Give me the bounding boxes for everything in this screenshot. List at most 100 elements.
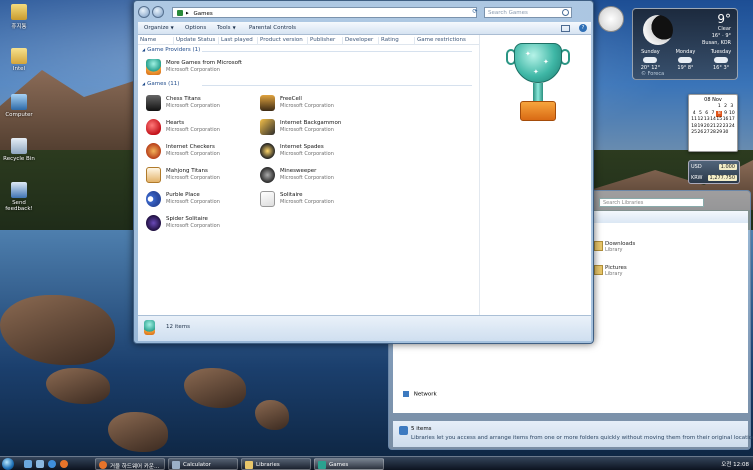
library-item-pictures[interactable]: Pictures Library	[594, 265, 627, 277]
trophy-base	[520, 101, 556, 121]
start-button[interactable]	[2, 458, 14, 470]
forecast-low: 3°	[723, 65, 730, 71]
group-header-game-providers[interactable]: ◢ Game Providers (1)	[142, 47, 472, 53]
trophy-icon	[146, 59, 161, 75]
show-desktop-icon[interactable]	[24, 460, 32, 468]
chevron-down-icon: ▼	[170, 25, 174, 30]
game-name: Spider Solitaire	[166, 216, 208, 222]
game-publisher: Microsoft Corporation	[280, 175, 334, 181]
address-bar[interactable]: ▸ Games	[172, 7, 477, 18]
backgammon-icon	[260, 119, 275, 135]
game-item-internet-backgammon[interactable]: Internet Backgammon Microsoft Corporatio…	[260, 117, 370, 137]
column-header-name[interactable]: Name	[138, 37, 156, 45]
parental-controls-button[interactable]: Parental Controls	[249, 25, 296, 31]
currency-value[interactable]: 1.000	[718, 163, 737, 170]
game-item-freecell[interactable]: FreeCell Microsoft Corporation	[260, 93, 370, 113]
currency-value[interactable]: 1,277.750	[707, 174, 737, 181]
currency-code: USD	[691, 163, 702, 170]
column-header-game-restrictions[interactable]: Game restrictions	[414, 37, 466, 45]
currency-code: KRW	[691, 174, 703, 181]
network-icon	[403, 391, 409, 397]
address-location[interactable]: Games	[194, 11, 213, 17]
group-header-games[interactable]: ◢ Games (11)	[142, 81, 472, 87]
forecast-low: 8°	[687, 65, 694, 71]
tools-menu[interactable]: Tools ▼	[217, 25, 236, 31]
game-item-more-games[interactable]: More Games from Microsoft Microsoft Corp…	[146, 57, 256, 77]
taskbar-button-games[interactable]: Games	[314, 458, 384, 470]
options-button[interactable]: Options	[185, 25, 206, 31]
trophy-stem	[533, 83, 543, 103]
game-item-hearts[interactable]: Hearts Microsoft Corporation	[146, 117, 256, 137]
taskbar-clock[interactable]: 오전 12:08	[721, 460, 749, 468]
calendar-day[interactable]: 24	[729, 124, 735, 131]
back-button[interactable]	[138, 6, 150, 18]
column-header-publisher[interactable]: Publisher	[307, 37, 335, 45]
calendar-day[interactable]: 30	[722, 130, 729, 137]
forward-button[interactable]	[152, 6, 164, 18]
game-item-internet-spades[interactable]: Internet Spades Microsoft Corporation	[260, 141, 370, 161]
game-item-minesweeper[interactable]: Minesweeper Microsoft Corporation	[260, 165, 370, 185]
weather-condition: Clear	[717, 26, 731, 32]
column-header-product-version[interactable]: Product version	[257, 37, 303, 45]
feedback-icon	[11, 182, 27, 198]
weather-gadget[interactable]: 9° Clear 16° · 9° Busan, KOR Sunday 20° …	[632, 8, 738, 80]
library-item-downloads[interactable]: Downloads Library	[594, 241, 635, 253]
libraries-icon	[399, 426, 408, 435]
game-name: Chess Titans	[166, 96, 201, 102]
recycle-bin-icon	[11, 138, 27, 154]
checkers-icon	[146, 143, 161, 159]
calendar-gadget[interactable]: 08 Nov 1 2 3 4 5 6 7 8 9 10 11 12 13 14 15 16 17 18 19 20 21…	[688, 94, 738, 152]
firefox-quick-icon[interactable]	[60, 460, 68, 468]
column-header-developer[interactable]: Developer	[342, 37, 373, 45]
taskbar-button-firefox[interactable]: 거울 하드웨어 카운...	[95, 458, 165, 470]
game-publisher: Microsoft Corporation	[280, 127, 334, 133]
libraries-icon	[245, 461, 253, 469]
game-name: Purble Place	[166, 192, 200, 198]
playing-cards-icon	[260, 191, 275, 207]
libraries-search-input[interactable]: Search Libraries	[599, 198, 704, 207]
tools-label: Tools	[217, 25, 231, 31]
desktop-icon-recycle-folder[interactable]: 휴지통	[2, 4, 36, 30]
collapse-arrow-icon: ◢	[142, 81, 146, 86]
game-publisher: Microsoft Corporation	[280, 103, 334, 109]
game-publisher: Microsoft Corporation	[280, 151, 334, 157]
column-header-rating[interactable]: Rating	[378, 37, 399, 45]
desktop-icon-label: Send feedback!	[5, 200, 33, 212]
game-item-mahjong-titans[interactable]: Mahjong Titans Microsoft Corporation	[146, 165, 256, 185]
organize-menu[interactable]: Organize ▼	[144, 25, 174, 31]
switch-windows-icon[interactable]	[36, 460, 44, 468]
game-item-solitaire[interactable]: Solitaire Microsoft Corporation	[260, 189, 370, 209]
column-header-update-status[interactable]: Update Status	[173, 37, 215, 45]
ie-icon[interactable]	[48, 460, 56, 468]
weather-location: Clear 16° · 9° Busan, KOR	[702, 26, 731, 47]
games-window[interactable]: ▸ Games ⟳ Search Games Organize ▼ Options…	[133, 0, 594, 344]
game-item-chess-titans[interactable]: Chess Titans Microsoft Corporation	[146, 93, 256, 113]
game-item-internet-checkers[interactable]: Internet Checkers Microsoft Corporation	[146, 141, 256, 161]
spider-icon	[146, 215, 161, 231]
organize-label: Organize	[144, 25, 169, 31]
game-item-spider-solitaire[interactable]: Spider Solitaire Microsoft Corporation	[146, 213, 256, 233]
help-icon[interactable]: ?	[579, 24, 587, 32]
desktop-icon-feedback[interactable]: Send feedback!	[2, 182, 36, 212]
clock-gadget[interactable]	[598, 6, 624, 56]
desktop-icon-computer[interactable]: Computer	[2, 94, 36, 118]
address-separator: ▸	[186, 10, 189, 17]
currency-gadget[interactable]: USD 1.000 KRW 1,277.750	[688, 160, 740, 184]
taskbar-button-libraries[interactable]: Libraries	[241, 458, 311, 470]
view-options-icon[interactable]	[561, 25, 570, 32]
game-item-purble-place[interactable]: Purble Place Microsoft Corporation	[146, 189, 256, 209]
desktop-icon-intel[interactable]: Intel	[2, 48, 36, 72]
cloud-icon	[714, 57, 729, 63]
refresh-button[interactable]: ⟳	[470, 8, 480, 17]
library-item-type: Library	[605, 247, 623, 253]
taskbar-button-calculator[interactable]: Calculator	[168, 458, 238, 470]
desktop-icon-recycle-bin[interactable]: Recycle Bin	[2, 138, 36, 162]
heart-icon	[146, 119, 161, 135]
column-header-last-played[interactable]: Last played	[218, 37, 253, 45]
nav-network[interactable]: Network	[403, 391, 437, 398]
search-icon[interactable]	[562, 9, 569, 16]
search-input[interactable]: Search Games	[484, 7, 572, 18]
forecast-day-name: Tuesday	[710, 49, 732, 55]
cloud-icon	[678, 57, 693, 63]
weather-provider: © Foreca	[641, 71, 665, 77]
